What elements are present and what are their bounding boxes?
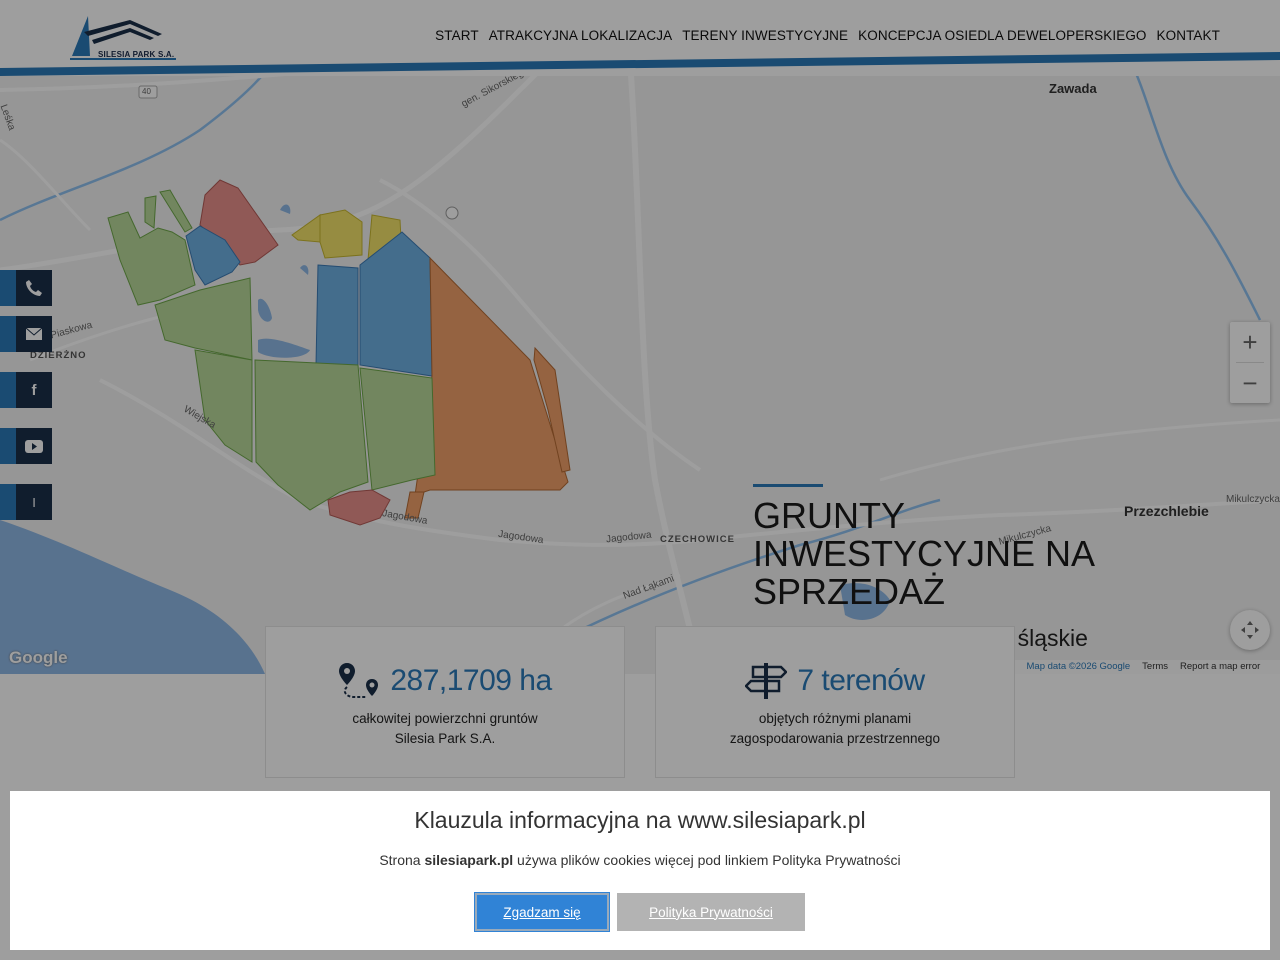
cookie-text-before: Strona bbox=[379, 852, 425, 868]
zone-green[interactable] bbox=[359, 367, 436, 491]
zone-blue[interactable] bbox=[315, 264, 359, 366]
nav-item-lokalizacja[interactable]: ATRAKCYJNA LOKALIZACJA bbox=[489, 28, 673, 43]
road bbox=[0, 138, 92, 232]
zone-green[interactable] bbox=[254, 359, 369, 511]
social-mail-button[interactable] bbox=[0, 316, 52, 352]
social-edge bbox=[0, 428, 16, 464]
hero-accent-line bbox=[753, 484, 823, 487]
social-youtube-button[interactable] bbox=[0, 428, 52, 464]
pan-control-button[interactable] bbox=[1230, 610, 1270, 650]
social-other-icon: I bbox=[16, 484, 52, 520]
map-label-road40: 40 bbox=[142, 87, 151, 96]
map-label-czechowice: CZECHOWICE bbox=[660, 534, 735, 545]
route-pins-icon bbox=[339, 663, 379, 698]
stat-area-desc-line2: Silesia Park S.A. bbox=[394, 731, 496, 746]
pond bbox=[258, 298, 272, 322]
facebook-icon: f bbox=[16, 372, 52, 408]
pond bbox=[258, 338, 310, 358]
nav-item-tereny[interactable]: TERENY INWESTYCYJNE bbox=[682, 28, 848, 43]
social-other-button[interactable]: I bbox=[0, 484, 52, 520]
stat-count-desc-line2: zagospodarowania przestrzennego bbox=[729, 731, 941, 746]
road bbox=[879, 418, 1280, 482]
map-label-mikulczycka-1: Mikulczycka bbox=[1226, 494, 1280, 505]
social-edge bbox=[0, 316, 16, 352]
mail-icon bbox=[16, 316, 52, 352]
cookie-accept-button[interactable]: Zgadzam się bbox=[474, 892, 610, 932]
cookie-text: Strona silesiapark.pl używa plików cooki… bbox=[10, 852, 1270, 868]
river bbox=[1128, 60, 1262, 321]
nav-item-kontakt[interactable]: KONTAKT bbox=[1157, 28, 1220, 43]
pan-arrows-icon bbox=[1241, 621, 1259, 639]
main-navigation: START ATRAKCYJNA LOKALIZACJA TERENY INWE… bbox=[435, 28, 1220, 43]
cookie-title: Klauzula informacyjna na www.silesiapark… bbox=[414, 807, 866, 833]
google-logo: Google bbox=[9, 648, 68, 667]
zoom-in-button[interactable]: + bbox=[1230, 322, 1270, 362]
map-data-link[interactable]: Map data ©2026 Google bbox=[1027, 661, 1131, 673]
stat-count-desc-line1: objętych różnymi planami bbox=[758, 711, 912, 726]
pond bbox=[280, 204, 291, 214]
pond bbox=[300, 265, 309, 275]
stat-area-value: 287,1709 ha bbox=[390, 664, 552, 697]
zone-green[interactable] bbox=[144, 195, 157, 229]
zoom-control: + − bbox=[1230, 322, 1270, 403]
youtube-icon bbox=[16, 428, 52, 464]
terms-link[interactable]: Terms bbox=[1142, 661, 1168, 673]
report-error-link[interactable]: Report a map error bbox=[1180, 661, 1260, 673]
social-phone-button[interactable] bbox=[0, 270, 52, 306]
map-label-zawada: Zawada bbox=[1049, 81, 1097, 96]
signpost-icon bbox=[745, 663, 788, 699]
social-edge bbox=[0, 484, 16, 520]
map-attribution: cs Map data ©2026 Google Terms Report a … bbox=[1000, 660, 1280, 674]
cookie-text-after: używa plików cookies więcej pod linkiem … bbox=[513, 852, 901, 868]
stat-count-value: 7 terenów bbox=[797, 664, 925, 697]
logo-text: SILESIA PARK S.A. bbox=[98, 50, 175, 59]
stat-card-areas-count: 7 terenów objętych różnymi planami zagos… bbox=[655, 626, 1015, 778]
nav-item-start[interactable]: START bbox=[435, 28, 479, 43]
zoom-out-button[interactable]: − bbox=[1230, 363, 1270, 403]
zone-green[interactable] bbox=[194, 349, 253, 463]
stat-card-area: 287,1709 ha całkowitej powierzchni grunt… bbox=[265, 626, 625, 778]
phone-icon bbox=[16, 270, 52, 306]
site-logo[interactable]: SILESIA PARK S.A. bbox=[70, 14, 176, 62]
social-edge bbox=[0, 270, 16, 306]
train-station-icon bbox=[445, 206, 459, 220]
privacy-policy-button[interactable]: Polityka Prywatności bbox=[617, 893, 805, 931]
zone-yellow[interactable] bbox=[319, 209, 363, 259]
stat-area-desc-line1: całkowitej powierzchni gruntów bbox=[352, 711, 538, 726]
cookie-text-domain: silesiapark.pl bbox=[424, 852, 514, 868]
nav-item-koncepcja[interactable]: KONCEPCJA OSIEDLA DEWELOPERSKIEGO bbox=[858, 28, 1146, 43]
zone-green[interactable] bbox=[159, 189, 193, 233]
hero-title: GRUNTY INWESTYCYJNE NA SPRZEDAŻ bbox=[753, 495, 1094, 612]
social-edge bbox=[0, 372, 16, 408]
social-facebook-button[interactable]: f bbox=[0, 372, 52, 408]
cookie-banner: Klauzula informacyjna na www.silesiapark… bbox=[10, 791, 1270, 950]
